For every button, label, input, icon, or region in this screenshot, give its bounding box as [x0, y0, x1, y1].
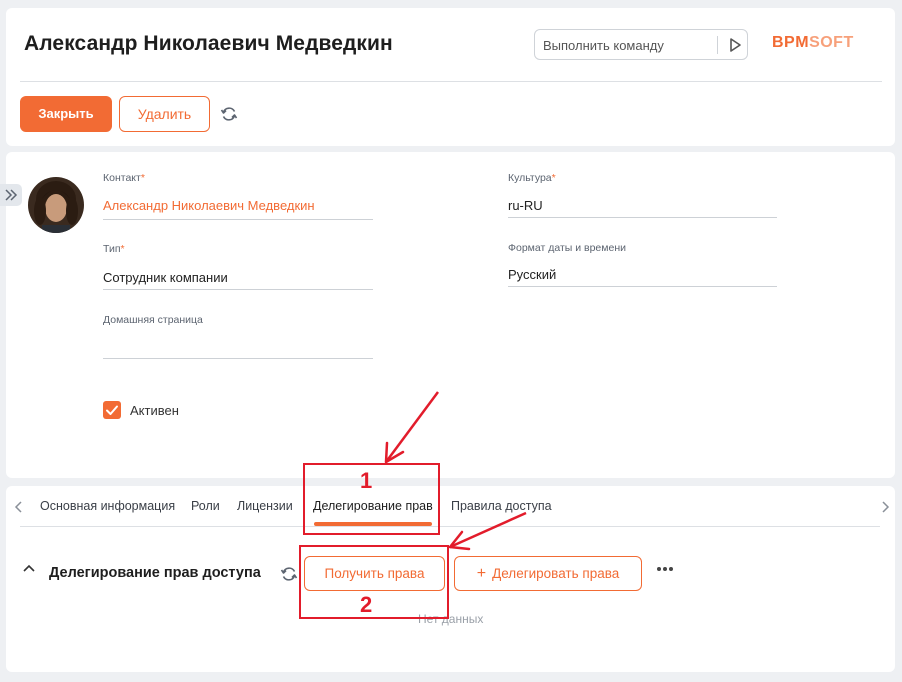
refresh-icon[interactable]: [279, 564, 299, 584]
chevron-up-icon[interactable]: [22, 562, 36, 574]
command-search-box[interactable]: [534, 29, 748, 60]
tabs-panel: Основная информация Роли Лицензии Делеги…: [6, 486, 895, 672]
command-input[interactable]: [543, 35, 713, 55]
type-label: Тип*: [103, 243, 125, 255]
contact-label: Контакт*: [103, 172, 145, 184]
type-field[interactable]: Сотрудник компании: [103, 270, 228, 285]
annotation-marker-2: 2: [360, 592, 373, 617]
bpmsoft-logo: BPMSOFT: [772, 34, 854, 51]
avatar[interactable]: [28, 177, 84, 233]
chevron-right-icon[interactable]: [878, 499, 892, 515]
close-button[interactable]: Закрыть: [20, 96, 112, 132]
homepage-underline: [103, 358, 373, 359]
expand-panel-toggle[interactable]: [0, 184, 22, 206]
tab-licenses[interactable]: Лицензии: [237, 499, 293, 513]
delete-button[interactable]: Удалить: [119, 96, 210, 132]
culture-label: Культура*: [508, 172, 556, 184]
delegate-rights-button[interactable]: + Делегировать права: [454, 556, 642, 591]
active-checkbox[interactable]: [103, 401, 121, 419]
culture-underline: [508, 217, 777, 218]
tab-access-rules[interactable]: Правила доступа: [451, 499, 552, 513]
datetime-format-label: Формат даты и времени: [508, 242, 626, 254]
page-title: Александр Николаевич Медведкин: [24, 32, 393, 55]
chevron-left-icon[interactable]: [12, 499, 26, 515]
annotation-marker-1: 1: [360, 468, 373, 493]
tab-roles[interactable]: Роли: [191, 499, 220, 513]
contact-form-panel: Контакт* Александр Николаевич Медведкин …: [0, 152, 895, 478]
tabs-divider: [20, 526, 880, 527]
contact-link[interactable]: Александр Николаевич Медведкин: [103, 198, 315, 213]
plus-icon: +: [476, 565, 487, 582]
type-underline: [103, 289, 373, 290]
header-panel: Александр Николаевич Медведкин BPMSOFT З…: [6, 8, 895, 146]
refresh-icon[interactable]: [219, 104, 239, 124]
play-icon[interactable]: [726, 36, 744, 54]
contact-underline: [103, 219, 373, 220]
annotation-box-2: [299, 545, 449, 619]
header-divider: [20, 81, 882, 82]
double-chevron-right-icon: [5, 189, 18, 201]
more-options-icon[interactable]: [656, 565, 674, 573]
delegation-section-title: Делегирование прав доступа: [49, 565, 261, 581]
active-label: Активен: [130, 403, 179, 418]
checkmark-icon: [106, 405, 118, 415]
datetime-format-field[interactable]: Русский: [508, 267, 556, 282]
culture-field[interactable]: ru-RU: [508, 198, 543, 213]
datetime-format-underline: [508, 286, 777, 287]
command-divider: [717, 36, 718, 54]
tab-main-info[interactable]: Основная информация: [40, 499, 175, 513]
homepage-label: Домашняя страница: [103, 314, 203, 326]
